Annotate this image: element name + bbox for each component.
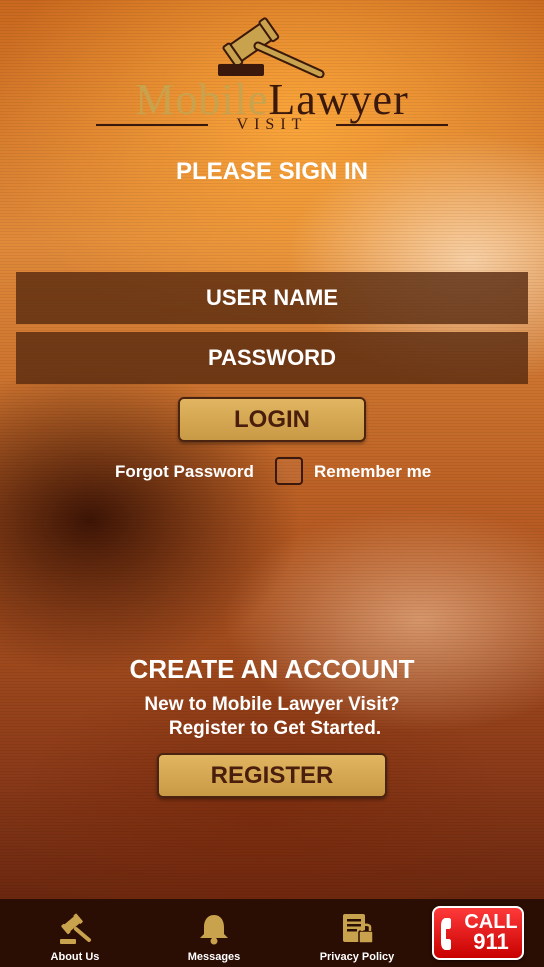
- username-placeholder: USER NAME: [205, 285, 338, 310]
- nav-messages-label: Messages: [187, 951, 241, 963]
- password-placeholder: PASSWORD: [208, 345, 336, 370]
- gavel-icon: [60, 913, 91, 944]
- bell-icon: [200, 915, 228, 945]
- signin-title: PLEASE SIGN IN: [175, 158, 369, 185]
- login-button-label: LOGIN: [234, 405, 310, 433]
- call-line2: 911: [473, 929, 509, 954]
- create-account-title: CREATE AN ACCOUNT: [129, 654, 415, 684]
- password-field[interactable]: PASSWORD: [16, 332, 528, 384]
- register-button-label: REGISTER: [210, 761, 334, 789]
- login-button[interactable]: LOGIN: [178, 397, 366, 442]
- nav-privacy-policy[interactable]: Privacy Policy: [312, 899, 402, 967]
- remember-me-label[interactable]: Remember me: [314, 462, 431, 482]
- document-lock-icon: [343, 914, 374, 944]
- call-911-label: CALL 911: [462, 912, 520, 954]
- nav-privacy-policy-label: Privacy Policy: [319, 951, 395, 963]
- register-button[interactable]: REGISTER: [157, 753, 387, 798]
- logo-subtitle: VISIT: [236, 116, 308, 133]
- create-account-line2: Register to Get Started.: [168, 718, 382, 739]
- phone-icon: [441, 918, 451, 950]
- username-field[interactable]: USER NAME: [16, 272, 528, 324]
- nav-about-us-label: About Us: [50, 951, 100, 963]
- gavel-icon: [218, 17, 325, 78]
- remember-me-checkbox[interactable]: [275, 457, 303, 485]
- forgot-password-link[interactable]: Forgot Password: [115, 462, 254, 482]
- create-account-line1: New to Mobile Lawyer Visit?: [144, 694, 400, 715]
- nav-about-us[interactable]: About Us: [35, 899, 115, 967]
- nav-messages[interactable]: Messages: [174, 899, 254, 967]
- call-911-button[interactable]: CALL 911: [432, 906, 524, 960]
- app-logo: MobileLawyer VISIT: [0, 12, 544, 142]
